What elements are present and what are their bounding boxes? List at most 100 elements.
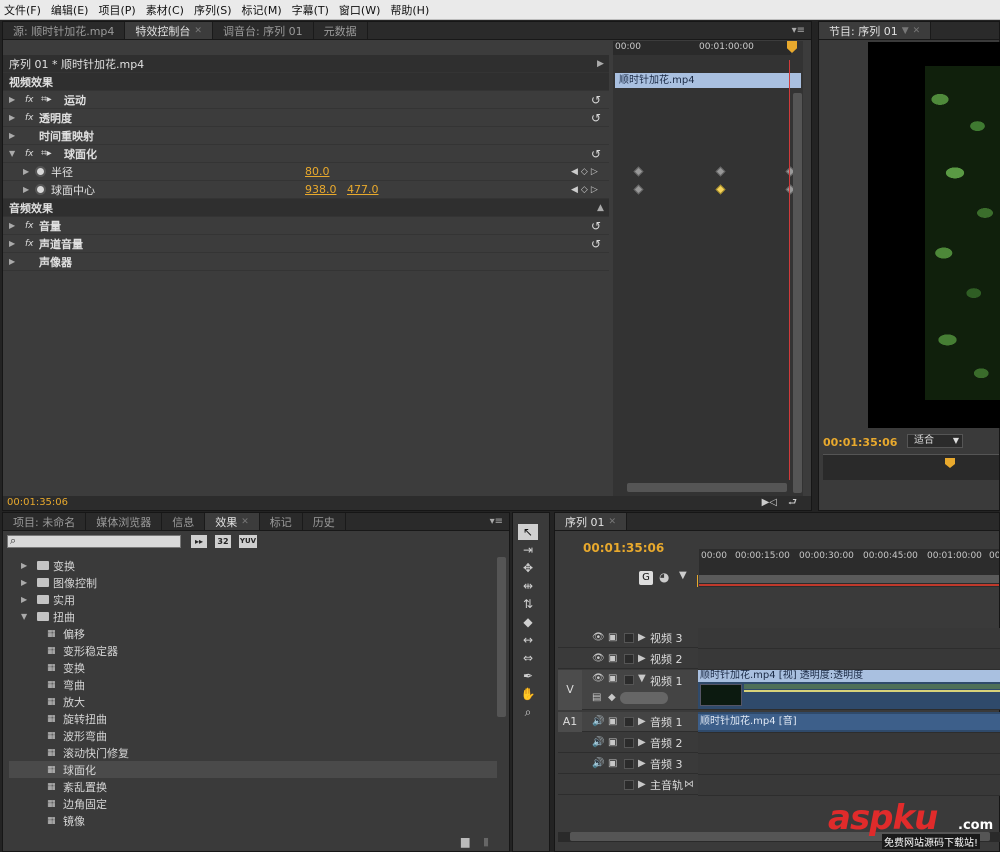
- expand-triangle-icon[interactable]: ▶: [638, 779, 646, 790]
- film-icon[interactable]: ▣: [608, 653, 617, 664]
- expand-triangle-icon[interactable]: ▶: [21, 595, 27, 604]
- track-area-audio3[interactable]: [698, 754, 1000, 775]
- video-clip[interactable]: 顺时针加花.mp4 [视] 透明度:透明度: [698, 670, 1000, 682]
- effects-folder[interactable]: ▶ 实用: [9, 591, 497, 608]
- ec-vertical-scrollbar[interactable]: [793, 93, 802, 493]
- tab-effect-controls[interactable]: 特效控制台 ✕: [125, 22, 213, 39]
- menu-title[interactable]: 字幕(T): [292, 2, 329, 18]
- fx-icon[interactable]: fx: [25, 95, 34, 105]
- audio-clip[interactable]: 顺时针加花.mp4 [音]: [698, 714, 1000, 730]
- lock-toggle[interactable]: [624, 675, 634, 685]
- reset-icon[interactable]: ↺: [591, 111, 601, 125]
- effects-search-input[interactable]: ⌕: [7, 534, 181, 548]
- lock-toggle[interactable]: [624, 654, 634, 664]
- stopwatch-icon[interactable]: [35, 166, 46, 177]
- effect-item[interactable]: ▦ 紊乱置换: [9, 778, 497, 795]
- tab-source[interactable]: 源: 顺时针加花.mp4: [3, 22, 126, 39]
- ec-clip-bar[interactable]: 顺时针加花.mp4: [615, 73, 801, 88]
- effect-row-opacity[interactable]: ▶ fx 透明度 ↺: [3, 109, 609, 127]
- track-area-video3[interactable]: [698, 628, 1000, 649]
- zoom-tool-icon[interactable]: ⌕: [518, 704, 538, 720]
- tab-project[interactable]: 项目: 未命名: [3, 513, 87, 530]
- reset-icon[interactable]: ↺: [591, 237, 601, 251]
- effect-item[interactable]: ▦ 镜像: [9, 812, 497, 829]
- center-y-value[interactable]: 477.0: [347, 183, 379, 196]
- ec-horizontal-scrollbar[interactable]: [627, 483, 787, 492]
- ec-timeline[interactable]: 00:00 00:01:00:00 顺时针加花.mp4: [613, 41, 803, 496]
- accelerated-effects-icon[interactable]: ▸▸: [191, 535, 207, 548]
- play-audio-icon[interactable]: ▶◁: [762, 496, 777, 510]
- track-header-audio1[interactable]: A1 🔊 ▣ ▶ 音频 1: [558, 712, 698, 732]
- pen-tool-icon[interactable]: ✒: [518, 668, 538, 684]
- reset-icon[interactable]: ↺: [591, 93, 601, 107]
- effect-row-spherize[interactable]: ▼ fx ⌗▸ 球面化 ↺: [3, 145, 609, 163]
- fx-icon[interactable]: fx: [25, 149, 34, 159]
- expand-triangle-icon[interactable]: ▶: [9, 239, 15, 248]
- speaker-icon[interactable]: 🔊: [592, 737, 604, 748]
- expand-triangle-icon[interactable]: ▶: [9, 131, 15, 140]
- effect-item[interactable]: ▦ 边角固定: [9, 795, 497, 812]
- speaker-icon[interactable]: 🔊: [592, 716, 604, 727]
- track-header-master[interactable]: ▶ 主音轨 ⋈: [558, 775, 698, 795]
- menu-project[interactable]: 项目(P): [98, 2, 135, 18]
- rolling-edit-tool-icon[interactable]: ⇹: [518, 578, 538, 594]
- menu-help[interactable]: 帮助(H): [390, 2, 429, 18]
- 32bit-effects-icon[interactable]: 32: [215, 535, 231, 548]
- lock-toggle[interactable]: [624, 759, 634, 769]
- timeline-ruler[interactable]: 00:00 00:00:15:00 00:00:30:00 00:00:45:0…: [699, 549, 999, 587]
- tab-media-browser[interactable]: 媒体浏览器: [86, 513, 163, 530]
- film-icon[interactable]: ▣: [608, 758, 617, 769]
- expand-triangle-icon[interactable]: ▶: [638, 716, 646, 727]
- opacity-line[interactable]: [744, 690, 1000, 692]
- keyframe-icon[interactable]: [633, 166, 644, 177]
- keyframe-selected-icon[interactable]: [715, 184, 726, 195]
- delete-icon[interactable]: ▮: [483, 835, 489, 848]
- collapse-triangle-icon[interactable]: ▼: [9, 149, 15, 158]
- eye-icon[interactable]: 👁: [592, 632, 605, 643]
- source-patch-v[interactable]: V: [558, 670, 582, 710]
- hand-tool-icon[interactable]: ✋: [518, 686, 538, 702]
- effect-row-time-remap[interactable]: ▶ 时间重映射: [3, 127, 609, 145]
- expand-triangle-icon[interactable]: ▶: [9, 113, 15, 122]
- track-header-video1[interactable]: V 👁 ▣ ▼ 视频 1 ▤ ◆: [558, 670, 698, 710]
- reset-icon[interactable]: ↺: [591, 219, 601, 233]
- add-marker-icon[interactable]: ◕: [659, 570, 669, 584]
- effects-folder[interactable]: ▶ 变换: [9, 557, 497, 574]
- track-header-audio3[interactable]: 🔊 ▣ ▶ 音频 3: [558, 754, 698, 774]
- snap-icon[interactable]: G: [639, 571, 653, 585]
- effect-item[interactable]: ▦ 变换: [9, 659, 497, 676]
- tab-history[interactable]: 历史: [303, 513, 346, 530]
- menu-sequence[interactable]: 序列(S): [194, 2, 232, 18]
- effect-item[interactable]: ▦ 变形稳定器: [9, 642, 497, 659]
- close-icon[interactable]: ✕: [913, 26, 921, 36]
- keyframe-nav-control[interactable]: [620, 692, 668, 704]
- tab-program[interactable]: 节目: 序列 01 ▼ ✕: [819, 22, 932, 39]
- tab-info[interactable]: 信息: [162, 513, 206, 530]
- expand-triangle-icon[interactable]: ▶: [23, 167, 29, 176]
- effect-item[interactable]: ▦ 波形弯曲: [9, 727, 497, 744]
- ec-time-ruler[interactable]: 00:00 00:01:00:00: [613, 41, 791, 55]
- dropdown-icon[interactable]: ▼: [902, 26, 909, 36]
- menu-file[interactable]: 文件(F): [4, 2, 41, 18]
- scroll-up-icon[interactable]: ▲: [597, 203, 604, 213]
- close-icon[interactable]: ✕: [194, 26, 202, 36]
- display-style-icon[interactable]: ▤: [592, 692, 601, 703]
- expand-triangle-icon[interactable]: ▶: [9, 95, 15, 104]
- track-header-audio2[interactable]: 🔊 ▣ ▶ 音频 2: [558, 733, 698, 753]
- expand-triangle-icon[interactable]: ▶: [638, 758, 646, 769]
- work-area-bar[interactable]: [699, 575, 999, 583]
- lock-toggle[interactable]: [624, 780, 634, 790]
- track-select-tool-icon[interactable]: ⇥: [518, 542, 538, 558]
- keyframe-icon[interactable]: ◆: [608, 692, 616, 703]
- fx-icon[interactable]: fx: [25, 113, 34, 123]
- track-header-video3[interactable]: 👁 ▣ ▶ 视频 3: [558, 628, 698, 648]
- play-clip-icon[interactable]: ▶: [597, 59, 604, 69]
- timeline-timecode[interactable]: 00:01:35:06: [583, 541, 664, 555]
- tab-markers[interactable]: 标记: [260, 513, 303, 530]
- track-header-video2[interactable]: 👁 ▣ ▶ 视频 2: [558, 649, 698, 669]
- film-icon[interactable]: ▣: [608, 737, 617, 748]
- effect-item[interactable]: ▦ 旋转扭曲: [9, 710, 497, 727]
- collapse-triangle-icon[interactable]: ▼: [638, 673, 646, 684]
- effect-item[interactable]: ▦ 弯曲: [9, 676, 497, 693]
- fx-icon[interactable]: fx: [25, 239, 34, 249]
